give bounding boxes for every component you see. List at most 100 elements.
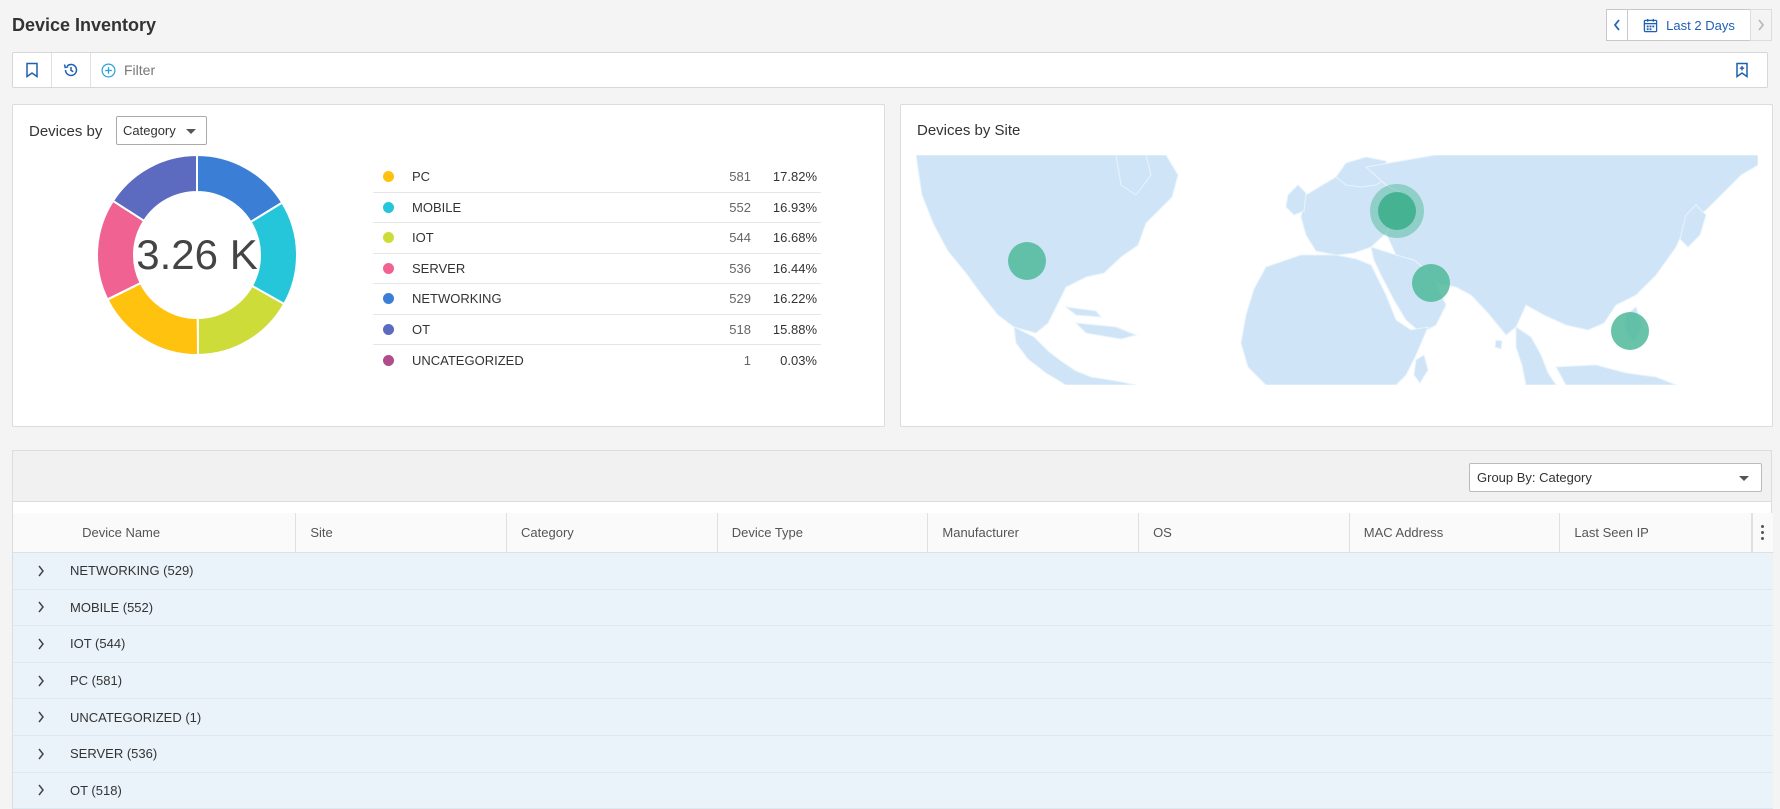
- column-header-label: Device Name: [82, 525, 161, 540]
- filter-history-button[interactable]: [52, 53, 91, 87]
- history-icon: [63, 63, 78, 77]
- expand-group-button[interactable]: [13, 711, 68, 723]
- column-header-manufacturer[interactable]: Manufacturer: [928, 513, 1140, 552]
- chevron-right-icon: [37, 565, 44, 577]
- column-header-label: Manufacturer: [942, 525, 1019, 540]
- indonesia-shape: [1555, 364, 1677, 385]
- legend-item[interactable]: MOBILE 552 16.93%: [373, 193, 821, 223]
- group-row[interactable]: IOT (544): [13, 626, 1773, 663]
- legend-item[interactable]: OT 518 15.88%: [373, 315, 821, 345]
- group-label: IOT (544): [70, 636, 126, 652]
- plus-circle-icon: [101, 63, 116, 77]
- legend-color-dot: [383, 232, 394, 244]
- column-header-label: Last Seen IP: [1574, 525, 1649, 540]
- expand-group-button[interactable]: [13, 748, 68, 760]
- next-range-button[interactable]: [1750, 9, 1772, 41]
- group-row[interactable]: SERVER (536): [13, 735, 1773, 773]
- chevron-right-icon: [37, 711, 44, 723]
- column-menu-button[interactable]: [1751, 513, 1774, 552]
- legend-color-dot: [383, 354, 394, 366]
- column-header-os[interactable]: OS: [1139, 513, 1350, 552]
- column-header-label: Device Type: [731, 525, 804, 540]
- page-title: Device Inventory: [12, 15, 157, 35]
- grid-toolbar: Group By: Category: [13, 451, 1771, 502]
- group-label: PC (581): [70, 673, 123, 689]
- column-header-category[interactable]: Category: [507, 513, 718, 552]
- legend-count: 536: [729, 260, 751, 276]
- grid-group-rows: NETWORKING (529) MOBILE (552) IOT (544) PC …: [13, 553, 1773, 809]
- legend-percent: 0.03%: [780, 352, 817, 368]
- column-header-label: Site: [310, 525, 333, 540]
- southeast-asia-shape: [1515, 326, 1557, 385]
- group-row[interactable]: OT (518): [13, 772, 1773, 809]
- column-header-label: Category: [521, 525, 574, 540]
- site-marker-us[interactable]: [1008, 242, 1046, 280]
- saved-filters-button[interactable]: [13, 53, 52, 87]
- column-header-label: OS: [1153, 525, 1172, 540]
- group-label: UNCATEGORIZED (1): [70, 709, 202, 725]
- column-header-device-type[interactable]: Device Type: [718, 513, 929, 552]
- save-filter-button[interactable]: [1735, 62, 1749, 78]
- bookmark-icon: [26, 62, 38, 78]
- expand-column-header: [13, 513, 68, 552]
- expand-group-button[interactable]: [13, 638, 68, 650]
- column-header-site[interactable]: Site: [296, 513, 508, 552]
- legend-label: PC: [412, 169, 431, 185]
- expand-group-button[interactable]: [13, 601, 68, 613]
- card-title: Devices by: [29, 123, 103, 140]
- chevron-right-icon: [37, 784, 44, 796]
- group-row[interactable]: UNCATEGORIZED (1): [13, 699, 1773, 736]
- legend-percent: 16.93%: [772, 199, 817, 215]
- group-select-value: Category: [123, 123, 176, 138]
- column-header-last-seen-ip[interactable]: Last Seen IP: [1560, 513, 1752, 552]
- legend-label: SERVER: [412, 260, 466, 276]
- group-label: SERVER (536): [70, 746, 158, 762]
- expand-group-button[interactable]: [13, 784, 68, 796]
- filter-placeholder: Filter: [124, 62, 156, 78]
- legend-label: NETWORKING: [412, 291, 502, 307]
- device-grid: Group By: Category Device Name Site Catego…: [12, 450, 1774, 809]
- legend-item[interactable]: UNCATEGORIZED 1 0.03%: [373, 345, 821, 376]
- column-header-label: MAC Address: [1363, 525, 1444, 540]
- column-header-device-name[interactable]: Device Name: [68, 513, 297, 552]
- legend-color-dot: [383, 171, 394, 183]
- group-label: MOBILE (552): [70, 599, 154, 615]
- site-marker-southeast-asia[interactable]: [1611, 312, 1649, 350]
- expand-group-button[interactable]: [13, 675, 68, 687]
- site-marker-europe[interactable]: [1378, 192, 1416, 230]
- group-label: NETWORKING (529): [70, 563, 194, 579]
- date-range-button[interactable]: Last 2 Days: [1628, 9, 1750, 41]
- devices-by-category-card: Devices by Category 3.26 K PC 581 17.82% MO…: [12, 104, 885, 427]
- site-marker-middle-east[interactable]: [1412, 264, 1450, 302]
- legend-item[interactable]: PC 581 17.82%: [373, 162, 821, 193]
- chevron-right-icon: [37, 675, 44, 687]
- group-by-select[interactable]: Group By: Category: [1469, 463, 1762, 492]
- legend-count: 552: [729, 199, 751, 215]
- legend-percent: 15.88%: [772, 321, 817, 337]
- previous-range-button[interactable]: [1606, 9, 1628, 41]
- legend-item[interactable]: NETWORKING 529 16.22%: [373, 284, 821, 315]
- group-row[interactable]: MOBILE (552): [13, 589, 1773, 627]
- card-title: Devices by Site: [917, 122, 1021, 139]
- expand-group-button[interactable]: [13, 565, 68, 577]
- group-row[interactable]: NETWORKING (529): [13, 553, 1773, 590]
- group-select[interactable]: Category: [116, 116, 207, 145]
- legend-percent: 16.22%: [772, 291, 817, 307]
- uk-shape: [1285, 184, 1307, 216]
- sri-lanka-shape: [1494, 339, 1503, 350]
- column-header-mac-address[interactable]: MAC Address: [1350, 513, 1561, 552]
- filter-bar: Filter: [12, 52, 1768, 88]
- legend-color-dot: [383, 201, 394, 213]
- calendar-icon: [1643, 18, 1658, 32]
- legend-color-dot: [383, 323, 394, 335]
- devices-by-site-card: Devices by Site: [900, 104, 1773, 427]
- legend-count: 581: [729, 169, 751, 185]
- group-row[interactable]: PC (581): [13, 662, 1773, 700]
- add-filter-button[interactable]: Filter: [101, 62, 155, 78]
- chevron-right-icon: [37, 601, 44, 613]
- legend-color-dot: [383, 262, 394, 274]
- legend-item[interactable]: IOT 544 16.68%: [373, 223, 821, 254]
- caret-down-icon: [1739, 476, 1749, 481]
- legend-label: UNCATEGORIZED: [412, 352, 524, 368]
- legend-item[interactable]: SERVER 536 16.44%: [373, 254, 821, 284]
